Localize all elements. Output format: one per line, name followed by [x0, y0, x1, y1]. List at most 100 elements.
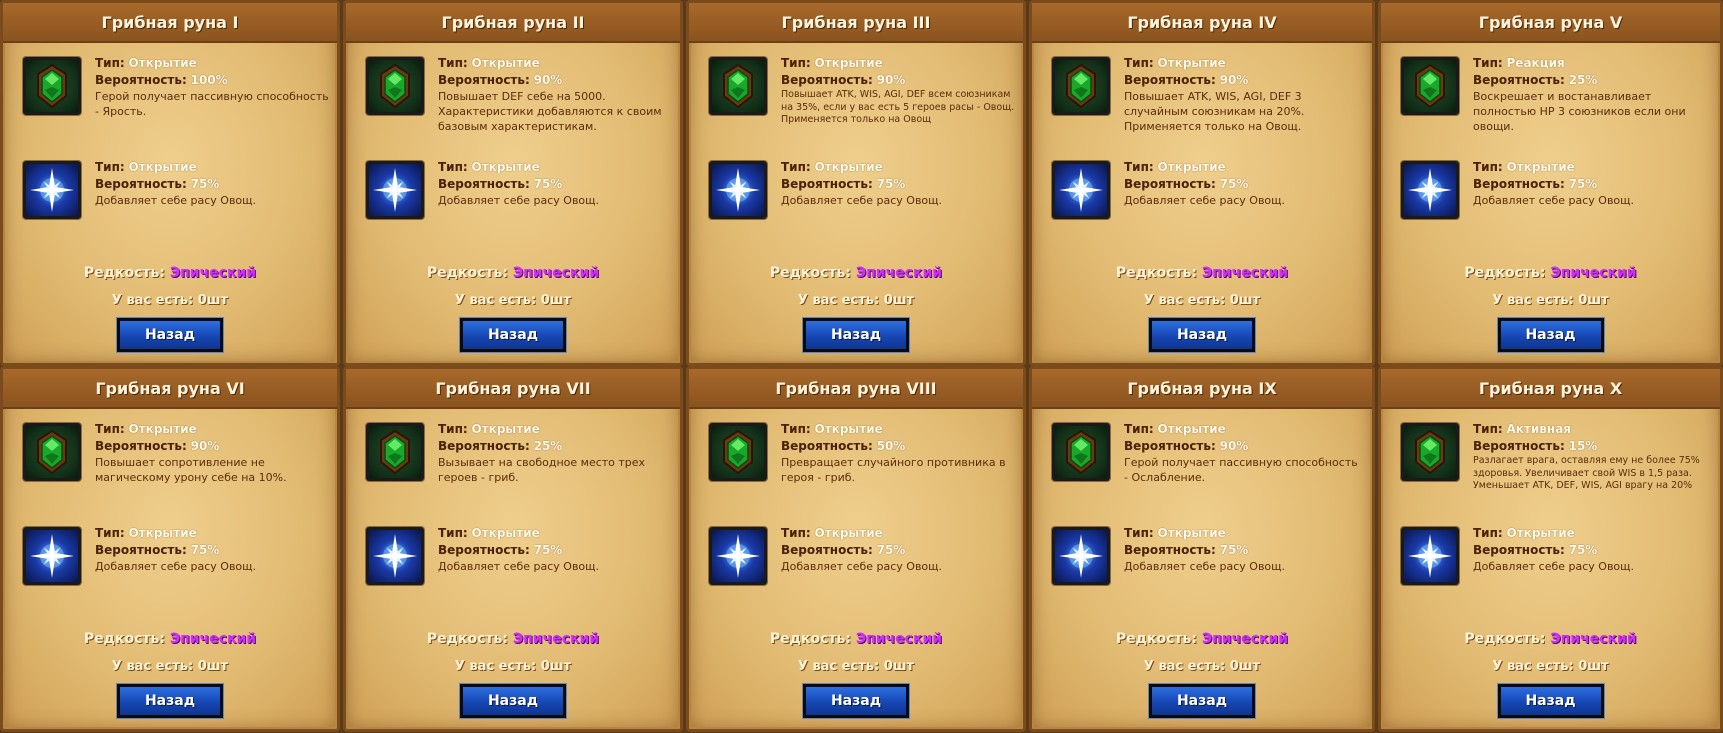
rune-type-value: Открытие — [1506, 160, 1575, 174]
panel-title-bar: Грибная руна IV — [1032, 3, 1372, 43]
blue-star-icon — [23, 161, 81, 219]
green-gem-icon — [1401, 423, 1459, 481]
green-gem-icon — [366, 423, 424, 481]
blue-star-shape — [716, 534, 760, 578]
rune-type-value: Открытие — [814, 422, 883, 436]
rune-type-value: Открытие — [471, 56, 540, 70]
rune-info: Тип: Открытие Вероятность: 90% Повышает … — [1124, 55, 1364, 134]
type-key: Тип: — [1473, 160, 1503, 174]
prob-key: Вероятность: — [95, 439, 187, 453]
rune-type-line: Тип: Открытие — [1473, 159, 1712, 176]
rune-type-value: Открытие — [1506, 526, 1575, 540]
rune-prob-line: Вероятность: 15% — [1473, 438, 1712, 455]
owned-count: У вас есть: 0шт — [1143, 659, 1261, 674]
green-gem-shape — [1066, 429, 1096, 475]
rune-info: Тип: Открытие Вероятность: 90% Повышает … — [438, 55, 672, 134]
prob-key: Вероятность: — [781, 543, 873, 557]
back-button[interactable]: Назад — [1496, 317, 1605, 353]
panel-title: Грибная руна VII — [435, 378, 591, 398]
panel-title: Грибная руна I — [101, 12, 239, 32]
rune-entry: Тип: Открытие Вероятность: 75% Добавляет… — [1401, 153, 1712, 233]
green-gem-shape — [1066, 63, 1096, 109]
back-button[interactable]: Назад — [1496, 683, 1605, 719]
back-button[interactable]: Назад — [1148, 317, 1256, 353]
back-button[interactable]: Назад — [116, 683, 224, 719]
back-button[interactable]: Назад — [802, 683, 910, 719]
back-button[interactable]: Назад — [459, 317, 567, 353]
rune-panel: Грибная руна VIII Тип: Открытие Вероятно… — [686, 366, 1026, 732]
rune-prob-value: 100% — [190, 73, 228, 87]
rune-description: Добавляет себе расу Овощ. — [1124, 194, 1286, 207]
rune-description: Добавляет себе расу Овощ. — [1473, 560, 1635, 573]
rarity-value: Эпический — [1550, 631, 1637, 647]
rune-entry: Тип: Открытие Вероятность: 75% Добавляет… — [1052, 153, 1364, 233]
blue-star-icon — [1401, 527, 1459, 585]
rune-prob-line: Вероятность: 75% — [95, 176, 329, 193]
rune-description: Повышает DEF себе на 5000. Характеристик… — [438, 90, 662, 133]
rune-description: Добавляет себе расу Овощ. — [781, 560, 943, 573]
owned-count: У вас есть: 0шт — [1492, 293, 1609, 308]
owned-count: У вас есть: 0шт — [111, 659, 229, 674]
rune-type-line: Тип: Активная — [1473, 421, 1712, 438]
prob-key: Вероятность: — [1473, 73, 1565, 87]
rune-prob-value: 75% — [876, 177, 906, 191]
rune-entry: Тип: Открытие Вероятность: 75% Добавляет… — [23, 519, 329, 599]
rarity-key: Редкость: — [426, 265, 508, 281]
back-button[interactable]: Назад — [802, 317, 910, 353]
owned-count: У вас есть: 0шт — [454, 293, 572, 308]
type-key: Тип: — [1124, 422, 1154, 436]
rune-prob-line: Вероятность: 90% — [781, 72, 1015, 89]
rune-prob-line: Вероятность: 50% — [781, 438, 1015, 455]
prob-key: Вероятность: — [781, 439, 873, 453]
rune-info: Тип: Открытие Вероятность: 75% Добавляет… — [1473, 525, 1712, 574]
rune-description: Герой получает пассивную способность - Я… — [95, 90, 329, 118]
type-key: Тип: — [438, 422, 468, 436]
blue-star-shape — [373, 168, 417, 212]
rarity-value: Эпический — [512, 265, 600, 281]
blue-star-shape — [373, 534, 417, 578]
rarity-line: Редкость: Эпический — [689, 265, 1023, 281]
type-key: Тип: — [781, 160, 811, 174]
rarity-value: Эпический — [855, 631, 943, 647]
rune-panel: Грибная руна VII Тип: Открытие Вероятнос… — [343, 366, 683, 732]
owned-count: У вас есть: 0шт — [797, 659, 915, 674]
rune-type-value: Открытие — [814, 526, 883, 540]
back-button[interactable]: Назад — [116, 317, 224, 353]
rune-type-value: Открытие — [128, 56, 197, 70]
blue-star-shape — [30, 534, 74, 578]
rune-type-line: Тип: Открытие — [781, 421, 1015, 438]
blue-star-shape — [716, 168, 760, 212]
rune-type-line: Тип: Открытие — [95, 55, 329, 72]
green-gem-icon — [1401, 57, 1459, 115]
rune-type-line: Тип: Реакция — [1473, 55, 1712, 72]
rune-info: Тип: Открытие Вероятность: 75% Добавляет… — [438, 525, 672, 574]
prob-key: Вероятность: — [1473, 439, 1565, 453]
type-key: Тип: — [781, 422, 811, 436]
rune-type-value: Открытие — [128, 526, 197, 540]
back-button[interactable]: Назад — [459, 683, 567, 719]
rune-info: Тип: Открытие Вероятность: 90% Повышает … — [781, 55, 1015, 127]
rune-prob-value: 75% — [1568, 177, 1598, 191]
back-button[interactable]: Назад — [1148, 683, 1256, 719]
rune-prob-value: 75% — [533, 177, 563, 191]
rarity-key: Редкость: — [426, 631, 508, 647]
type-key: Тип: — [438, 160, 468, 174]
rarity-key: Редкость: — [769, 265, 851, 281]
rune-prob-line: Вероятность: 75% — [781, 176, 1015, 193]
green-gem-icon — [1052, 423, 1110, 481]
rune-info: Тип: Открытие Вероятность: 90% Повышает … — [95, 421, 329, 485]
rune-type-value: Открытие — [1157, 422, 1226, 436]
blue-star-icon — [709, 161, 767, 219]
blue-star-shape — [1059, 534, 1103, 578]
rune-prob-line: Вероятность: 25% — [438, 438, 672, 455]
rune-info: Тип: Реакция Вероятность: 25% Воскрешает… — [1473, 55, 1712, 134]
rarity-key: Редкость: — [1464, 265, 1546, 281]
rune-entry: Тип: Открытие Вероятность: 75% Добавляет… — [366, 519, 672, 599]
type-key: Тип: — [95, 526, 125, 540]
rune-description: Повышает ATK, WIS, AGI, DEF всем союзник… — [781, 89, 1015, 125]
rune-type-value: Открытие — [128, 160, 197, 174]
rarity-key: Редкость: — [1115, 265, 1197, 281]
rune-prob-line: Вероятность: 90% — [1124, 72, 1364, 89]
blue-star-shape — [30, 168, 74, 212]
rune-type-line: Тип: Открытие — [438, 55, 672, 72]
